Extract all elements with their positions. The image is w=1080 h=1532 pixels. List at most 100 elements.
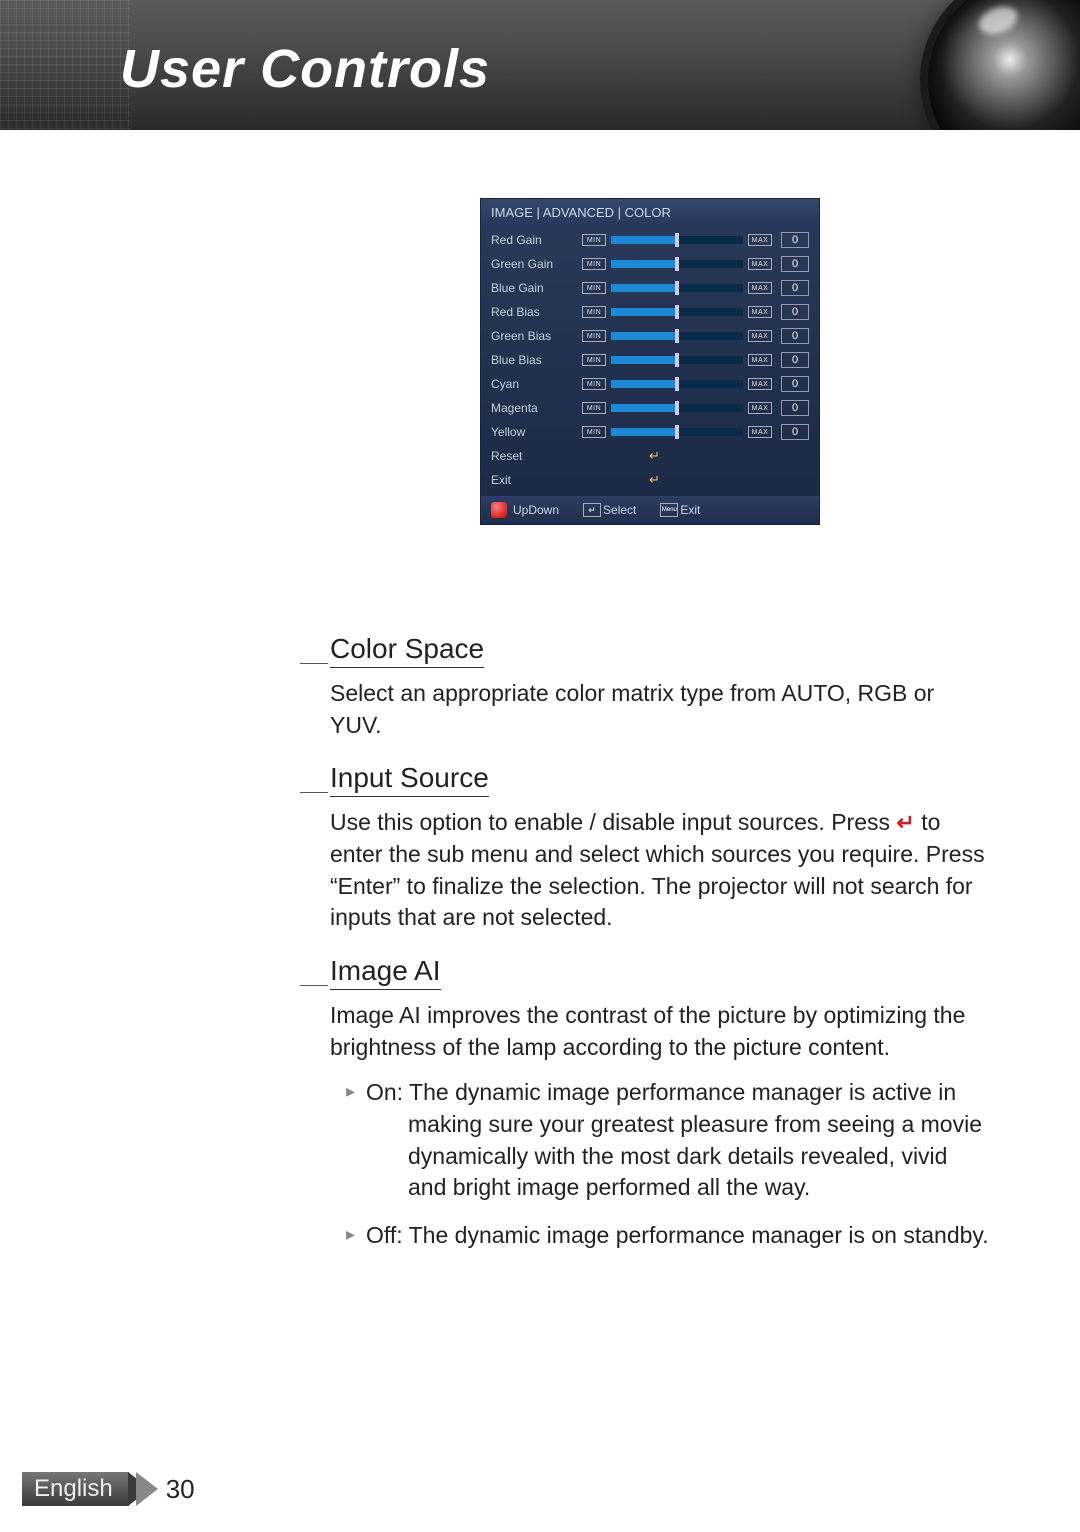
slider-thumb[interactable] [675,401,679,415]
enter-icon: ↵ [649,472,660,488]
page-header: User Controls [0,0,1080,130]
osd-value: 0 [781,424,809,440]
slider-thumb[interactable] [675,305,679,319]
bullet-text: Off: The dynamic image performance manag… [366,1220,989,1252]
osd-row[interactable]: Green Bias MIN MAX 0 [491,324,809,348]
slider-thumb[interactable] [675,257,679,271]
osd-label: Green Gain [491,257,579,271]
max-badge: MAX [748,402,772,414]
min-badge: MIN [582,402,606,414]
footer-chevron-icon [136,1472,158,1506]
slider-thumb[interactable] [675,233,679,247]
bullet-arrow-icon: ▸ [346,1077,366,1204]
select-label: Select [603,503,636,517]
section-title-image-ai: Image AI [330,956,441,990]
min-badge: MIN [582,282,606,294]
osd-value: 0 [781,400,809,416]
page-number: 30 [166,1474,195,1505]
section-head: Image AI [300,956,990,990]
input-source-body: Use this option to enable / disable inpu… [330,807,990,934]
max-badge: MAX [748,354,772,366]
bullet-text: On: The dynamic image performance manage… [366,1077,990,1204]
osd-label: Blue Bias [491,353,579,367]
slider-thumb[interactable] [675,281,679,295]
osd-rows: Red Gain MIN MAX 0 Green Gain MIN MAX 0 … [481,228,819,496]
osd-label: Cyan [491,377,579,391]
list-item: ▸ On: The dynamic image performance mana… [346,1077,990,1204]
min-badge: MIN [582,330,606,342]
slider-thumb[interactable] [675,329,679,343]
osd-row[interactable]: Green Gain MIN MAX 0 [491,252,809,276]
osd-footer: UpDown ↵ Select Menu Exit [481,496,819,524]
osd-row[interactable]: Blue Bias MIN MAX 0 [491,348,809,372]
slider-thumb[interactable] [675,353,679,367]
osd-row[interactable]: Red Gain MIN MAX 0 [491,228,809,252]
bullet-rest: The dynamic image performance manager is… [403,1079,956,1105]
lens-graphic [920,0,1080,130]
osd-row[interactable]: Magenta MIN MAX 0 [491,396,809,420]
footer-language: English [22,1472,129,1506]
max-badge: MAX [748,330,772,342]
slider[interactable] [611,236,743,244]
osd-value: 0 [781,376,809,392]
updown-label: UpDown [513,503,559,517]
osd-row[interactable]: Cyan MIN MAX 0 [491,372,809,396]
slider[interactable] [611,356,743,364]
osd-label: Blue Gain [491,281,579,295]
list-item: ▸ Off: The dynamic image performance man… [346,1220,990,1252]
osd-value: 0 [781,232,809,248]
slider[interactable] [611,404,743,412]
osd-label: Green Bias [491,329,579,343]
slider[interactable] [611,380,743,388]
osd-label: Red Bias [491,305,579,319]
slider-thumb[interactable] [675,377,679,391]
min-badge: MIN [582,234,606,246]
max-badge: MAX [748,378,772,390]
osd-row[interactable]: Red Bias MIN MAX 0 [491,300,809,324]
max-badge: MAX [748,258,772,270]
bullet-cont: making sure your greatest pleasure from … [408,1109,990,1204]
page-title: User Controls [120,38,490,100]
osd-value: 0 [781,352,809,368]
osd-reset-label: Reset [491,449,579,463]
slider[interactable] [611,308,743,316]
slider-thumb[interactable] [675,425,679,439]
bullet-head: Off: [366,1222,403,1248]
max-badge: MAX [748,234,772,246]
page-footer: English 30 [22,1472,195,1506]
osd-label: Red Gain [491,233,579,247]
content-body: Color Space Select an appropriate color … [300,634,990,1268]
osd-breadcrumb: IMAGE | ADVANCED | COLOR [481,199,819,228]
section-head: Input Source [300,763,990,797]
osd-value: 0 [781,304,809,320]
osd-value: 0 [781,280,809,296]
osd-value: 0 [781,328,809,344]
osd-row[interactable]: Blue Gain MIN MAX 0 [491,276,809,300]
osd-exit-row[interactable]: Exit ↵ [491,468,809,492]
slider[interactable] [611,284,743,292]
min-badge: MIN [582,354,606,366]
max-badge: MAX [748,426,772,438]
image-ai-bullets: ▸ On: The dynamic image performance mana… [346,1077,990,1252]
lead-line [300,985,328,986]
osd-row[interactable]: Yellow MIN MAX 0 [491,420,809,444]
osd-label: Magenta [491,401,579,415]
updown-button-icon [491,502,507,518]
menu-button-icon: Menu [660,503,678,517]
osd-reset-row[interactable]: Reset ↵ [491,444,809,468]
section-title-input-source: Input Source [330,763,489,797]
image-ai-body: Image AI improves the contrast of the pi… [330,1000,990,1063]
bullet-rest: The dynamic image performance manager is… [403,1222,989,1248]
osd-exit-label: Exit [491,473,579,487]
lead-line [300,663,328,664]
enter-icon: ↵ [649,448,660,464]
slider[interactable] [611,332,743,340]
bullet-arrow-icon: ▸ [346,1220,366,1252]
section-title-color-space: Color Space [330,634,484,668]
enter-icon: ↵ [896,810,914,835]
select-button-icon: ↵ [583,503,601,517]
slider[interactable] [611,428,743,436]
min-badge: MIN [582,378,606,390]
lead-line [300,792,328,793]
slider[interactable] [611,260,743,268]
